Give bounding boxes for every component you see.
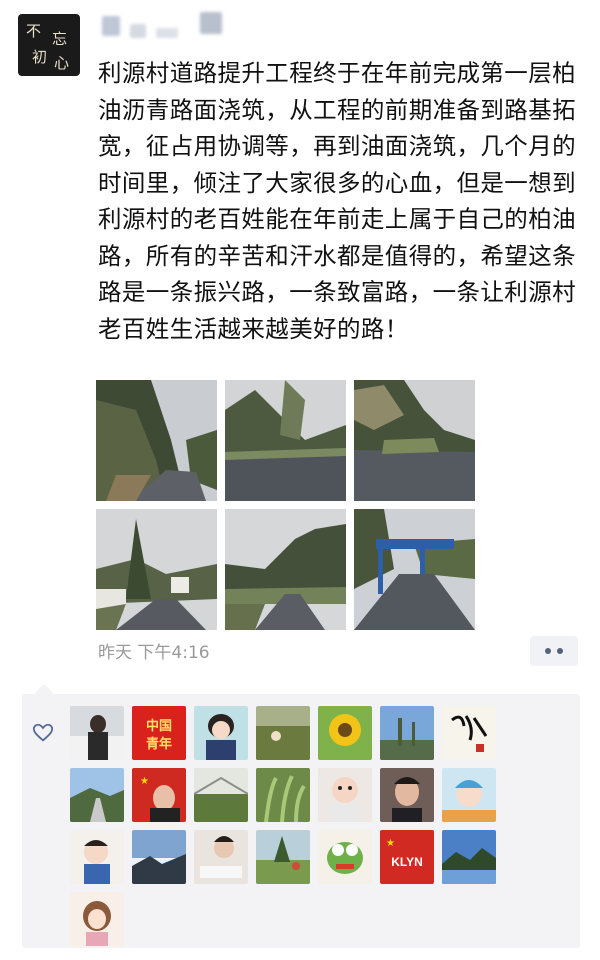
star-icon: ★ — [386, 838, 395, 849]
liker-avatar[interactable] — [194, 706, 248, 760]
road-hill-photo[interactable] — [96, 380, 217, 501]
liker-avatar[interactable] — [318, 768, 372, 822]
liker-avatar[interactable] — [442, 706, 496, 760]
liker-avatar[interactable]: ★ KLYN — [380, 830, 434, 884]
avatar-char: 忘 — [52, 30, 68, 48]
liker-logo-text: KLYN — [391, 855, 423, 869]
post-timestamp: 昨天 下午4:16 — [98, 643, 210, 663]
likes-panel-arrow — [34, 684, 54, 694]
liker-avatar[interactable] — [380, 706, 434, 760]
liker-avatar[interactable] — [318, 706, 372, 760]
liker-avatar[interactable] — [194, 830, 248, 884]
village-road-photo[interactable] — [96, 509, 217, 630]
heart-icon — [32, 723, 54, 742]
road-embankment-photo[interactable] — [354, 380, 475, 501]
liker-avatar[interactable] — [70, 830, 124, 884]
nickname-blurred[interactable] — [100, 10, 240, 42]
liker-avatar[interactable] — [442, 830, 496, 884]
liker-avatar[interactable] — [318, 830, 372, 884]
liker-avatar[interactable] — [70, 768, 124, 822]
china-youth-logo-text: 青年 — [146, 736, 172, 752]
dot-icon — [545, 648, 551, 654]
valley-road-photo[interactable] — [225, 509, 346, 630]
post-text: 利源村道路提升工程终于在年前完成第一层柏油沥青路面浇筑，从工程的前期准备到路基拓… — [98, 59, 576, 343]
liker-avatar[interactable] — [70, 892, 124, 946]
liker-avatar[interactable] — [256, 768, 310, 822]
avatar-char: 不 — [26, 22, 42, 40]
avatar-char: 心 — [54, 54, 70, 72]
liker-avatar[interactable] — [380, 768, 434, 822]
china-youth-logo-text: 中国 — [146, 718, 172, 734]
liker-avatar[interactable] — [70, 706, 124, 760]
comment-more-button[interactable] — [530, 636, 578, 666]
liker-avatar[interactable]: ★ — [132, 768, 186, 822]
liker-avatar[interactable]: 中国 青年 — [132, 706, 186, 760]
liker-avatar[interactable] — [256, 830, 310, 884]
dot-icon — [557, 648, 563, 654]
avatar-char: 初 — [32, 48, 48, 66]
liker-avatar[interactable] — [194, 768, 248, 822]
star-icon: ★ — [140, 776, 149, 787]
liker-avatar[interactable] — [442, 768, 496, 822]
user-avatar[interactable]: 不 忘 初 心 — [18, 14, 80, 76]
liker-avatar[interactable] — [132, 830, 186, 884]
road-curve-photo[interactable] — [225, 380, 346, 501]
liker-avatar[interactable] — [256, 706, 310, 760]
road-gate-photo[interactable] — [354, 509, 475, 630]
